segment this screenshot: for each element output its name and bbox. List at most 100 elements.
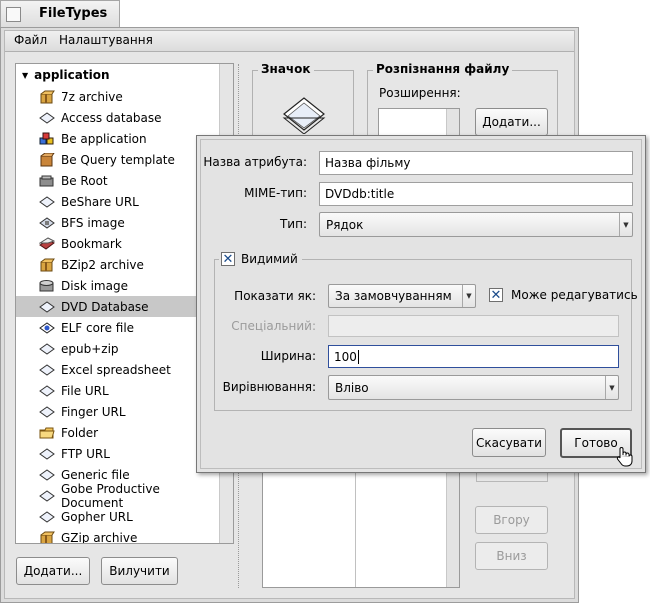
query-template-icon	[39, 152, 55, 167]
extensions-scrollbar[interactable]	[446, 109, 459, 137]
chevron-down-icon: ▼	[462, 285, 475, 307]
tree-item-label: DVD Database	[61, 299, 149, 314]
collapse-arrow-icon[interactable]: ▼	[22, 71, 28, 80]
tree-item[interactable]: File URL	[16, 380, 216, 401]
disk-image-icon	[39, 279, 55, 293]
tree-item-label: Access database	[61, 110, 162, 125]
tree-item[interactable]: Finger URL	[16, 401, 216, 422]
tree-item[interactable]: Gobe Productive Document	[16, 482, 216, 510]
attributes-scrollbar[interactable]	[446, 471, 459, 587]
attr-name-field[interactable]: Назва фільму	[319, 151, 633, 175]
tree-item-label: epub+zip	[61, 341, 119, 356]
generic-file-icon	[39, 195, 55, 209]
tree-item-label: Folder	[61, 425, 99, 440]
add-extension-button[interactable]: Додати...	[475, 108, 548, 136]
visible-label: Видимий	[241, 252, 298, 266]
type-label: Тип:	[279, 217, 307, 231]
be-app-icon	[39, 132, 55, 146]
tree-item[interactable]: Be Root	[16, 170, 216, 191]
bookmark-icon	[39, 236, 55, 251]
tree-item-label: Bookmark	[61, 236, 122, 251]
tree-item-label: File URL	[61, 383, 109, 398]
alignment-value: Вліво	[335, 380, 369, 395]
tree-item-label: Excel spreadsheet	[61, 362, 171, 377]
file-recognition-title: Розпізнання файлу	[373, 62, 513, 76]
mime-type-label: MIME-тип:	[244, 186, 307, 200]
tree-root-label: application	[34, 68, 110, 82]
tree-item[interactable]: BFS image	[16, 212, 216, 233]
tree-item-label: 7z archive	[61, 89, 123, 104]
chevron-down-icon: ▼	[619, 213, 632, 236]
tree-item[interactable]: BZip2 archive	[16, 254, 216, 275]
hand-cursor-icon	[615, 446, 635, 468]
tree-item-label: Gopher URL	[61, 509, 133, 524]
close-box-icon[interactable]	[6, 7, 21, 22]
tree-item[interactable]: Disk image	[16, 275, 216, 296]
window-title: FileTypes	[39, 6, 108, 21]
tree-item[interactable]: FTP URL	[16, 443, 216, 464]
generic-file-icon	[39, 447, 55, 461]
generic-file-icon	[39, 468, 55, 482]
mime-type-field[interactable]: DVDdb:title	[319, 182, 633, 206]
tree-item[interactable]: Gopher URL	[16, 506, 216, 527]
window-title-tab[interactable]: FileTypes	[0, 0, 120, 27]
tree-item-label: Be Root	[61, 173, 108, 188]
tree-item[interactable]: DVD Database	[16, 296, 216, 317]
cancel-button[interactable]: Скасувати	[472, 428, 546, 457]
folder-icon	[39, 426, 55, 440]
editable-label: Може редагуватись	[511, 288, 638, 302]
attr-name-label: Назва атрибута:	[203, 155, 307, 169]
type-select[interactable]: Рядок ▼	[319, 212, 633, 237]
icon-box-title: Значок	[258, 62, 314, 76]
tree-item[interactable]: GZip archive	[16, 527, 216, 544]
generic-file-icon	[39, 111, 55, 125]
alignment-label: Вирівнювання:	[222, 380, 316, 394]
visible-group-header: ✕ Видимий	[219, 250, 302, 268]
move-up-button[interactable]: Вгору	[475, 506, 548, 534]
archive-icon	[39, 531, 55, 543]
type-select-value: Рядок	[326, 217, 364, 232]
generic-file-icon	[39, 300, 55, 314]
archive-icon	[39, 258, 55, 272]
tree-item[interactable]: 7z archive	[16, 86, 216, 107]
visible-checkbox[interactable]: ✕	[221, 252, 235, 266]
menu-bar: Файл Налаштування	[5, 31, 574, 52]
remove-type-button[interactable]: Вилучити	[101, 557, 178, 585]
document-icon[interactable]	[280, 92, 328, 135]
show-as-select[interactable]: За замовчуванням ▼	[328, 284, 476, 308]
tree-item-label: Be Query template	[61, 152, 175, 167]
move-down-button[interactable]: Вниз	[475, 542, 548, 570]
tree-item[interactable]: Access database	[16, 107, 216, 128]
tree-root[interactable]: ▼ application	[16, 65, 216, 85]
extensions-label: Розширення:	[379, 86, 461, 100]
alignment-select[interactable]: Вліво ▼	[328, 375, 619, 400]
generic-file-icon	[39, 384, 55, 398]
menu-file[interactable]: Файл	[14, 33, 47, 47]
tree-item[interactable]: Folder	[16, 422, 216, 443]
tree-item[interactable]: BeShare URL	[16, 191, 216, 212]
tree-item[interactable]: Excel spreadsheet	[16, 359, 216, 380]
tree-item-label: BFS image	[61, 215, 125, 230]
extensions-list[interactable]	[378, 108, 460, 138]
tree-item-label: Generic file	[61, 467, 130, 482]
tree-item-label: GZip archive	[61, 530, 138, 544]
text-cursor	[357, 349, 359, 364]
be-root-icon	[39, 174, 55, 188]
tree-item[interactable]: Bookmark	[16, 233, 216, 254]
add-type-button[interactable]: Додати...	[16, 557, 90, 585]
tree-item-label: FTP URL	[61, 446, 110, 461]
width-field[interactable]: 100	[328, 345, 619, 368]
bfs-image-icon	[39, 216, 55, 230]
editable-checkbox[interactable]: ✕	[489, 288, 503, 302]
generic-file-icon	[39, 342, 55, 356]
tree-item-label: ELF core file	[61, 320, 135, 335]
tree-item[interactable]: ELF core file	[16, 317, 216, 338]
attributes-list[interactable]	[262, 470, 460, 588]
menu-settings[interactable]: Налаштування	[59, 33, 153, 47]
tree-item-label: Disk image	[61, 278, 128, 293]
tree-item[interactable]: Be application	[16, 128, 216, 149]
tree-item-label: BeShare URL	[61, 194, 139, 209]
tree-item[interactable]: epub+zip	[16, 338, 216, 359]
special-field	[328, 315, 619, 337]
tree-item[interactable]: Be Query template	[16, 149, 216, 170]
